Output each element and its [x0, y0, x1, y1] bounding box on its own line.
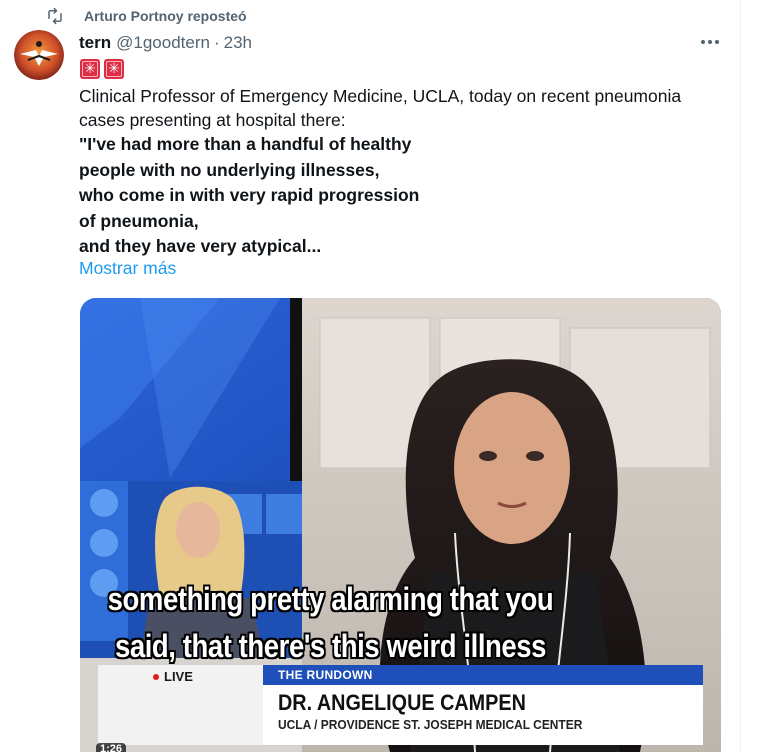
live-label: LIVE	[164, 669, 193, 684]
guest-affiliation: UCLA / PROVIDENCE ST. JOSEPH MEDICAL CEN…	[278, 717, 583, 732]
police-light-emoji-icon	[104, 59, 124, 79]
quote-line: of pneumonia,	[79, 210, 199, 231]
quote-line: and they have very atypical...	[79, 236, 322, 256]
video-duration: 1:26	[96, 743, 127, 752]
police-light-emoji-icon	[80, 59, 100, 79]
live-dot-icon	[153, 674, 159, 680]
tweet-text-line: Clinical Professor of Emergency Medicine…	[79, 86, 682, 106]
news-lower-third: LIVE THE RUNDOWN DR. ANGELIQUE CAMPEN UC…	[98, 665, 718, 745]
tweet-body: Clinical Professor of Emergency Medicine…	[79, 84, 729, 260]
avatar[interactable]	[14, 30, 64, 80]
quote-line: who come in with very rapid progression	[79, 185, 420, 205]
emoji-row	[80, 59, 124, 79]
quote-line: people with no underlying illnesses,	[79, 159, 380, 180]
author-handle[interactable]: @1goodtern	[116, 33, 210, 53]
tweet-time[interactable]: 23h	[224, 33, 252, 53]
more-options-icon[interactable]	[697, 32, 723, 52]
separator-dot: ·	[213, 33, 220, 52]
video-player[interactable]: something pretty alarming that you said,…	[80, 298, 721, 752]
author-name[interactable]: tern	[79, 33, 111, 53]
repost-icon	[48, 7, 62, 25]
tweet-text-line: cases presenting at hospital there:	[79, 110, 346, 130]
repost-label[interactable]: Arturo Portnoy reposteó	[84, 8, 247, 24]
repost-header: Arturo Portnoy reposteó	[46, 6, 247, 26]
guest-name: DR. ANGELIQUE CAMPEN	[278, 690, 526, 715]
quote-line: "I've had more than a handful of healthy	[79, 134, 412, 154]
caption-line: something pretty alarming that you	[107, 581, 554, 617]
caption-line: said, that there's this weird illness	[114, 628, 547, 664]
column-border	[740, 0, 741, 752]
show-more-link[interactable]: Mostrar más	[79, 258, 176, 279]
tweet-header: tern @1goodtern · 23h	[79, 30, 252, 56]
segment-title: THE RUNDOWN	[278, 668, 373, 682]
